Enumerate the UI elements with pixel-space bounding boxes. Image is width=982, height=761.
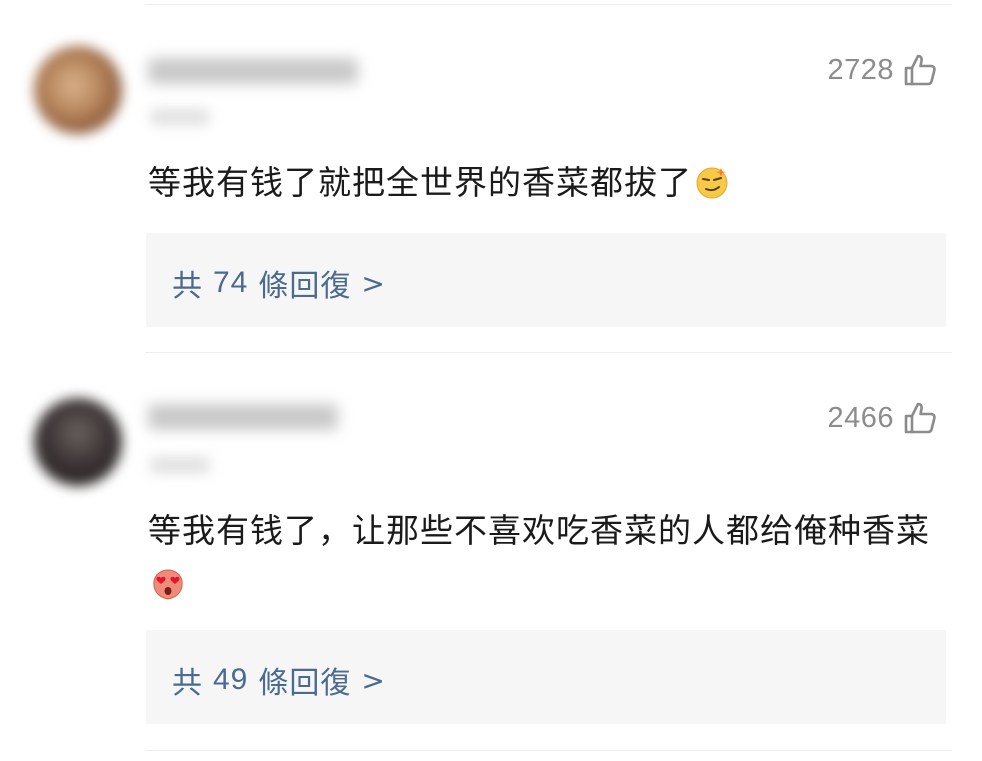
smirk-face-emoji [696,167,728,198]
comment-text: 等我有钱了就把全世界的香菜都拔了 [148,156,942,210]
like-count: 2728 [827,53,894,86]
like-button[interactable]: 2466 [827,400,938,436]
replies-box[interactable]: 共 74 條回復 > [146,233,946,327]
username-blurred[interactable] [148,404,338,430]
thumbs-up-icon [904,402,936,434]
chevron-right-icon: > [361,266,386,300]
reply-count: 49 [213,663,249,696]
top-divider [145,4,952,5]
chevron-right-icon: > [361,663,386,697]
thumbs-up-icon [904,54,936,86]
view-replies-link[interactable]: 共 74 條回復 > [172,261,386,305]
like-button[interactable]: 2728 [827,52,938,88]
comment-divider [145,352,952,353]
timestamp-blurred [150,108,210,126]
comment-text: 等我有钱了，让那些不喜欢吃香菜的人都给俺种香菜 [148,504,942,612]
replies-box[interactable]: 共 49 條回復 > [146,630,946,724]
avatar[interactable] [34,398,122,486]
avatar[interactable] [34,46,122,134]
bottom-divider [145,750,952,751]
heart-eyes-emoji [153,568,183,600]
timestamp-blurred [150,456,210,474]
username-blurred[interactable] [148,58,358,84]
like-count: 2466 [827,401,894,434]
view-replies-link[interactable]: 共 49 條回復 > [172,658,386,702]
reply-count: 74 [213,266,249,299]
